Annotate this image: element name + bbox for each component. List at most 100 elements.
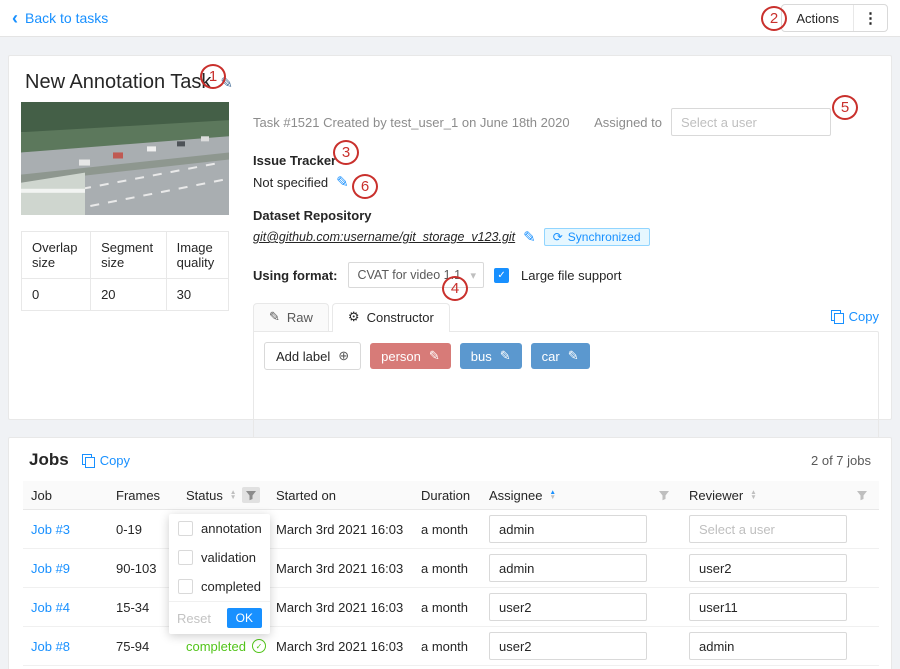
reviewer-input[interactable]	[689, 515, 847, 543]
large-file-support-checkbox[interactable]: ✓	[494, 268, 509, 283]
gear-icon: ⚙	[348, 309, 360, 325]
assigned-to-label: Assigned to	[594, 115, 662, 130]
assignee-input[interactable]	[489, 632, 647, 660]
add-label-text: Add label	[276, 349, 330, 364]
filter-option-completed[interactable]: completed	[169, 572, 270, 601]
back-arrow-icon: ‹	[12, 9, 18, 27]
synchronized-label: Synchronized	[568, 230, 641, 244]
task-preview-image	[21, 102, 229, 215]
copy-labels-link[interactable]: Copy	[831, 309, 879, 331]
table-row: Job #4 15-34 March 3rd 2021 16:03 a mont…	[23, 588, 879, 627]
filter-option-validation[interactable]: validation	[169, 543, 270, 572]
edit-issue-tracker-icon[interactable]: ✎	[336, 173, 349, 191]
tab-raw[interactable]: ✎ Raw	[253, 303, 329, 331]
assigned-to-input[interactable]	[671, 108, 831, 136]
dataset-repository-url[interactable]: git@github.com:username/git_storage_v123…	[253, 230, 515, 244]
frames-cell: 15-34	[108, 588, 178, 627]
edit-label-icon[interactable]: ✎	[500, 348, 511, 364]
started-cell: March 3rd 2021 16:03	[268, 510, 413, 549]
edit-label-icon[interactable]: ✎	[429, 348, 440, 364]
reviewer-input[interactable]	[689, 554, 847, 582]
filter-option-label: completed	[201, 579, 261, 594]
param-header-segment: Segment size	[91, 232, 167, 279]
reviewer-input[interactable]	[689, 632, 847, 660]
synchronized-badge: ⟳ Synchronized	[544, 228, 650, 246]
param-header-overlap: Overlap size	[22, 232, 91, 279]
duration-cell: a month	[413, 588, 481, 627]
plus-circle-icon: ⊕	[338, 348, 349, 364]
copy-icon	[82, 454, 94, 467]
assignee-filter-icon[interactable]	[655, 487, 673, 503]
assignee-input[interactable]	[489, 554, 647, 582]
annotation-checkbox[interactable]	[178, 521, 193, 536]
using-format-label: Using format:	[253, 268, 338, 283]
status-filter-icon[interactable]	[242, 487, 260, 503]
reset-button[interactable]: Reset	[177, 611, 211, 626]
validation-checkbox[interactable]	[178, 550, 193, 565]
filter-option-annotation[interactable]: annotation	[169, 514, 270, 543]
reviewer-filter-icon[interactable]	[853, 487, 871, 503]
tab-constructor[interactable]: ⚙ Constructor	[332, 303, 450, 332]
column-started-on: Started on	[268, 481, 413, 510]
duration-cell: a month	[413, 549, 481, 588]
labels-constructor-panel: Add label ⊕ person ✎ bus ✎ car	[253, 331, 879, 447]
format-row: Using format: CVAT for video 1.1 ▾ ✓ Lar…	[253, 262, 879, 288]
column-status: Status ▲▼	[178, 481, 268, 510]
copy-labels-label: Copy	[849, 309, 879, 324]
task-card: New Annotation Task ✎	[8, 55, 892, 420]
column-status-label[interactable]: Status	[186, 488, 223, 503]
job-link[interactable]: Job #3	[31, 522, 70, 537]
assignee-input[interactable]	[489, 593, 647, 621]
issue-tracker-value: Not specified	[253, 175, 328, 190]
add-label-button[interactable]: Add label ⊕	[264, 342, 361, 370]
label-chip-person[interactable]: person ✎	[370, 343, 451, 369]
table-row: Job #8 75-94 completed ✓ March 3rd 2021 …	[23, 627, 879, 666]
table-row: Job #3 0-19 March 3rd 2021 16:03 a month	[23, 510, 879, 549]
table-row: Job #9 90-103 March 3rd 2021 16:03 a mon…	[23, 549, 879, 588]
completed-checkbox[interactable]	[178, 579, 193, 594]
assignee-input[interactable]	[489, 515, 647, 543]
label-chip-bus[interactable]: bus ✎	[460, 343, 522, 369]
status-completed-text: completed	[186, 639, 246, 654]
task-body: Overlap size Segment size Image quality …	[21, 102, 879, 447]
annotation-circle-5: 5	[832, 95, 858, 120]
column-assignee-label[interactable]: Assignee	[489, 488, 542, 503]
kebab-menu-icon[interactable]: ⋮	[854, 9, 887, 27]
chevron-down-icon: ▾	[471, 269, 477, 282]
column-duration: Duration	[413, 481, 481, 510]
ok-button[interactable]: OK	[227, 608, 262, 628]
column-reviewer-label[interactable]: Reviewer	[689, 488, 743, 503]
reviewer-input[interactable]	[689, 593, 847, 621]
label-chip-person-name: person	[381, 349, 421, 364]
copy-jobs-link[interactable]: Copy	[82, 453, 130, 468]
tab-constructor-label: Constructor	[367, 310, 434, 325]
param-value-segment: 20	[91, 279, 167, 311]
task-meta-row: Task #1521 Created by test_user_1 on Jun…	[253, 108, 879, 136]
frames-cell: 90-103	[108, 549, 178, 588]
labels-tabs: ✎ Raw ⚙ Constructor Copy	[253, 303, 879, 331]
back-to-tasks-link[interactable]: ‹ Back to tasks	[12, 9, 108, 27]
task-title-row: New Annotation Task ✎	[25, 71, 875, 94]
copy-jobs-label: Copy	[100, 453, 130, 468]
job-link[interactable]: Job #4	[31, 600, 70, 615]
actions-button[interactable]: Actions ⋮	[781, 4, 888, 32]
edit-label-icon[interactable]: ✎	[568, 348, 579, 364]
job-link[interactable]: Job #9	[31, 561, 70, 576]
edit-repository-icon[interactable]: ✎	[523, 228, 536, 246]
task-left-column: Overlap size Segment size Image quality …	[21, 102, 229, 447]
dataset-repository-label: Dataset Repository	[253, 208, 879, 223]
sort-icon[interactable]: ▲▼	[549, 490, 555, 500]
job-link[interactable]: Job #8	[31, 639, 70, 654]
task-title: New Annotation Task	[25, 71, 211, 94]
jobs-table-header-row: Job Frames Status ▲▼ Star	[23, 481, 879, 510]
dataset-repository-value-row: git@github.com:username/git_storage_v123…	[253, 228, 879, 246]
started-cell: March 3rd 2021 16:03	[268, 549, 413, 588]
sort-icon[interactable]: ▲▼	[230, 490, 236, 500]
label-chip-car[interactable]: car ✎	[531, 343, 590, 369]
duration-cell: a month	[413, 510, 481, 549]
sort-icon[interactable]: ▲▼	[750, 490, 756, 500]
annotation-circle-6: 6	[352, 174, 378, 199]
frames-cell: 75-94	[108, 627, 178, 666]
back-label: Back to tasks	[25, 10, 108, 26]
tab-raw-label: Raw	[287, 310, 313, 325]
